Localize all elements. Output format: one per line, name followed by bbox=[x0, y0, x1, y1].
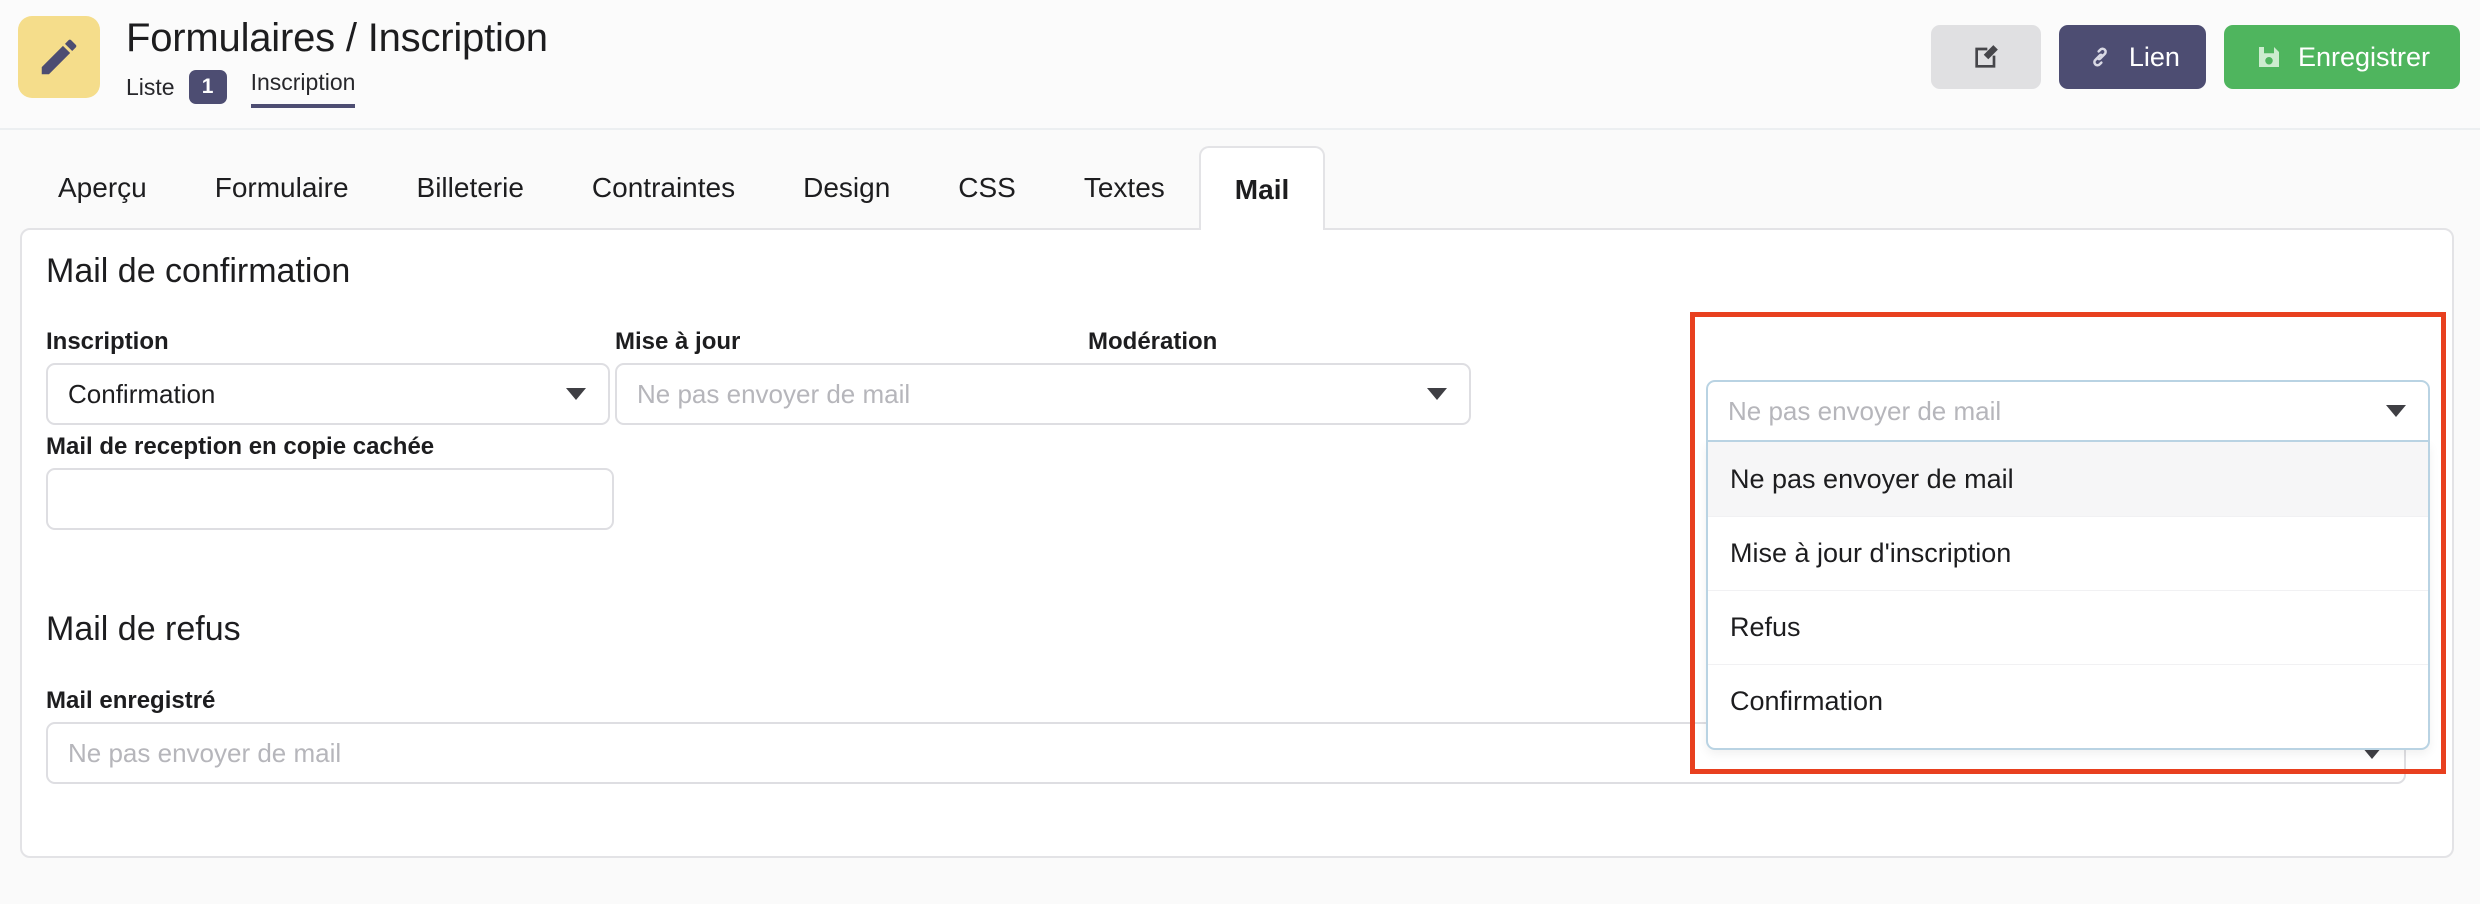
floppy-disk-icon bbox=[2254, 42, 2284, 72]
label-inscription: Inscription bbox=[46, 328, 169, 355]
select-moderation[interactable]: Ne pas envoyer de mail bbox=[1706, 380, 2430, 442]
tab-apercu[interactable]: Aperçu bbox=[24, 146, 181, 230]
tab-billeterie[interactable]: Billeterie bbox=[383, 146, 558, 230]
select-moderation-value: Ne pas envoyer de mail bbox=[1728, 395, 2002, 426]
link-button-label: Lien bbox=[2128, 41, 2180, 72]
input-copie-cachee[interactable] bbox=[46, 468, 614, 530]
select-inscription-value: Confirmation bbox=[68, 378, 216, 409]
dropdown-moderation: Ne pas envoyer de mail Ne pas envoyer de… bbox=[1706, 380, 2430, 750]
tab-mail[interactable]: Mail bbox=[1198, 146, 1326, 230]
link-button[interactable]: Lien bbox=[2058, 25, 2206, 89]
dropdown-option[interactable]: Ne pas envoyer de mail bbox=[1708, 442, 2428, 516]
dropdown-option[interactable]: Confirmation bbox=[1708, 664, 2428, 738]
header-actions: Lien Enregistrer bbox=[1930, 25, 2460, 89]
section-title-confirmation: Mail de confirmation bbox=[46, 252, 351, 290]
edit-button[interactable] bbox=[1930, 25, 2041, 89]
title-block: Formulaires / Inscription Liste 1 Inscri… bbox=[126, 12, 548, 108]
tab-design[interactable]: Design bbox=[769, 146, 924, 230]
label-mise-a-jour: Mise à jour bbox=[615, 328, 741, 355]
dropdown-option[interactable]: Mise à jour d'inscription bbox=[1708, 516, 2428, 590]
label-mail-enregistre: Mail enregistré bbox=[46, 687, 216, 714]
page-header: Formulaires / Inscription Liste 1 Inscri… bbox=[0, 0, 2480, 130]
tab-textes[interactable]: Textes bbox=[1050, 146, 1199, 230]
subnav-item-inscription[interactable]: Inscription bbox=[250, 67, 356, 108]
select-mail-enregistre-value: Ne pas envoyer de mail bbox=[68, 737, 342, 768]
page-title: Formulaires / Inscription bbox=[126, 16, 548, 60]
subnav-item-liste[interactable]: Liste bbox=[126, 72, 175, 102]
chevron-down-icon bbox=[566, 388, 586, 400]
edit-square-icon bbox=[1970, 41, 2002, 73]
breadcrumb: Liste 1 Inscription bbox=[126, 67, 548, 108]
select-mise-a-jour[interactable]: Ne pas envoyer de mail bbox=[615, 363, 1471, 425]
status-badge[interactable]: 1 bbox=[188, 70, 227, 104]
save-button[interactable]: Enregistrer bbox=[2223, 25, 2460, 89]
dropdown-menu-moderation: Ne pas envoyer de mail Mise à jour d'ins… bbox=[1706, 442, 2430, 750]
select-mise-a-jour-value: Ne pas envoyer de mail bbox=[637, 378, 911, 409]
tab-contraintes[interactable]: Contraintes bbox=[558, 146, 769, 230]
chevron-down-icon bbox=[2386, 405, 2406, 417]
tab-formulaire[interactable]: Formulaire bbox=[181, 146, 383, 230]
section-title-refus: Mail de refus bbox=[46, 610, 241, 648]
label-copie-cachee: Mail de reception en copie cachée bbox=[46, 433, 435, 460]
select-inscription[interactable]: Confirmation bbox=[46, 363, 610, 425]
save-button-label: Enregistrer bbox=[2297, 41, 2430, 72]
chevron-down-icon bbox=[1427, 388, 1447, 400]
label-moderation: Modération bbox=[1088, 328, 1218, 355]
link-icon bbox=[2085, 42, 2115, 72]
app-root: Formulaires / Inscription Liste 1 Inscri… bbox=[0, 0, 2480, 904]
tab-bar: Aperçu Formulaire Billeterie Contraintes… bbox=[0, 132, 2480, 230]
pencil-icon bbox=[18, 16, 100, 98]
tab-css[interactable]: CSS bbox=[924, 146, 1050, 230]
dropdown-option[interactable]: Refus bbox=[1708, 590, 2428, 664]
